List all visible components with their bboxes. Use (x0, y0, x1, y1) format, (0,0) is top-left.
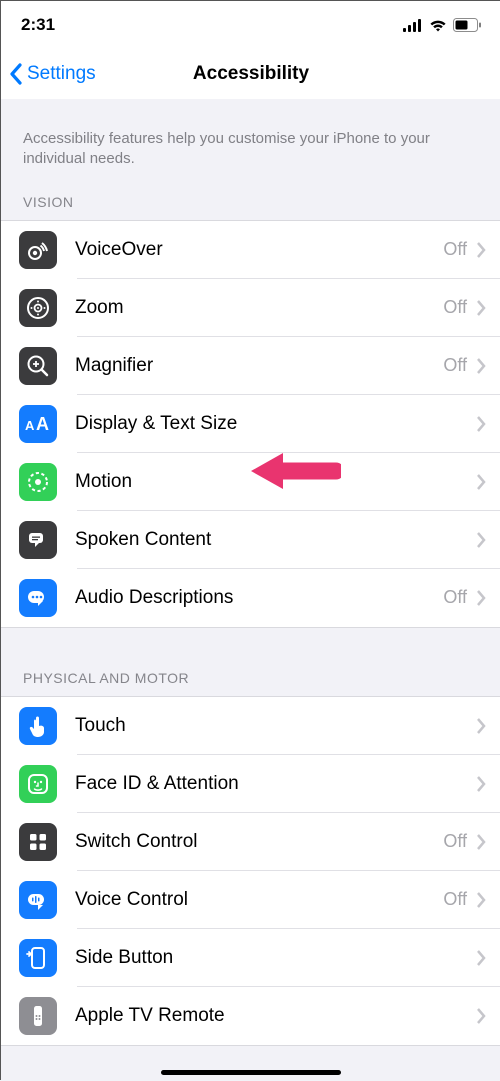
svg-text:A: A (36, 414, 49, 434)
status-indicators (403, 18, 481, 32)
svg-text:A: A (25, 418, 35, 433)
face-id-icon (19, 765, 57, 803)
chevron-right-icon (475, 589, 487, 607)
row-motion[interactable]: Motion (1, 453, 500, 511)
chevron-right-icon (475, 1007, 487, 1025)
text-size-icon: AA (19, 405, 57, 443)
section-vision-header: VISION (1, 194, 500, 220)
chevron-right-icon (475, 531, 487, 549)
chevron-right-icon (475, 775, 487, 793)
chevron-right-icon (475, 717, 487, 735)
spoken-content-icon (19, 521, 57, 559)
battery-icon (453, 18, 481, 32)
chevron-right-icon (475, 415, 487, 433)
row-label: Side Button (75, 947, 467, 969)
list-physical: Touch Face ID & Attention Switch Control (1, 696, 500, 1046)
side-button-icon (19, 939, 57, 977)
row-apple-tv-remote[interactable]: Apple TV Remote (1, 987, 500, 1045)
switch-control-icon (19, 823, 57, 861)
row-label: Audio Descriptions (75, 587, 443, 609)
row-label: Magnifier (75, 355, 443, 377)
row-label: Touch (75, 715, 467, 737)
row-label: Face ID & Attention (75, 773, 467, 795)
signal-icon (403, 19, 423, 32)
apple-tv-remote-icon (19, 997, 57, 1035)
content-scroll[interactable]: Accessibility features help you customis… (1, 99, 500, 1081)
row-label: Apple TV Remote (75, 1005, 467, 1027)
back-label: Settings (27, 63, 96, 85)
zoom-icon (19, 289, 57, 327)
back-button[interactable]: Settings (1, 63, 96, 85)
row-display-text-size[interactable]: AA Display & Text Size (1, 395, 500, 453)
audio-descriptions-icon (19, 579, 57, 617)
row-face-id-attention[interactable]: Face ID & Attention (1, 755, 500, 813)
row-label: Zoom (75, 297, 443, 319)
row-switch-control[interactable]: Switch Control Off (1, 813, 500, 871)
status-time: 2:31 (21, 15, 55, 35)
row-status: Off (443, 889, 467, 910)
nav-header: Settings Accessibility (1, 49, 500, 99)
row-label: Motion (75, 471, 467, 493)
row-magnifier[interactable]: Magnifier Off (1, 337, 500, 395)
row-touch[interactable]: Touch (1, 697, 500, 755)
touch-icon (19, 707, 57, 745)
row-zoom[interactable]: Zoom Off (1, 279, 500, 337)
row-label: Voice Control (75, 889, 443, 911)
intro-text: Accessibility features help you customis… (1, 99, 500, 194)
chevron-right-icon (475, 949, 487, 967)
motion-icon (19, 463, 57, 501)
list-vision: VoiceOver Off Zoom Off Magnifier Off (1, 220, 500, 628)
row-status: Off (443, 831, 467, 852)
row-voiceover[interactable]: VoiceOver Off (1, 221, 500, 279)
chevron-right-icon (475, 357, 487, 375)
row-status: Off (443, 297, 467, 318)
voice-control-icon (19, 881, 57, 919)
row-label: Switch Control (75, 831, 443, 853)
chevron-right-icon (475, 473, 487, 491)
row-spoken-content[interactable]: Spoken Content (1, 511, 500, 569)
chevron-right-icon (475, 833, 487, 851)
row-status: Off (443, 239, 467, 260)
row-label: Spoken Content (75, 529, 467, 551)
voiceover-icon (19, 231, 57, 269)
row-status: Off (443, 355, 467, 376)
wifi-icon (429, 19, 447, 32)
chevron-right-icon (475, 891, 487, 909)
home-indicator (161, 1070, 341, 1075)
row-label: VoiceOver (75, 239, 443, 261)
section-physical-header: PHYSICAL AND MOTOR (1, 670, 500, 696)
row-voice-control[interactable]: Voice Control Off (1, 871, 500, 929)
row-audio-descriptions[interactable]: Audio Descriptions Off (1, 569, 500, 627)
chevron-left-icon (9, 63, 23, 85)
status-bar: 2:31 (1, 1, 500, 49)
chevron-right-icon (475, 241, 487, 259)
chevron-right-icon (475, 299, 487, 317)
row-status: Off (443, 587, 467, 608)
row-label: Display & Text Size (75, 413, 467, 435)
magnifier-icon (19, 347, 57, 385)
row-side-button[interactable]: Side Button (1, 929, 500, 987)
screen: 2:31 Settings Accessi (1, 1, 500, 1081)
